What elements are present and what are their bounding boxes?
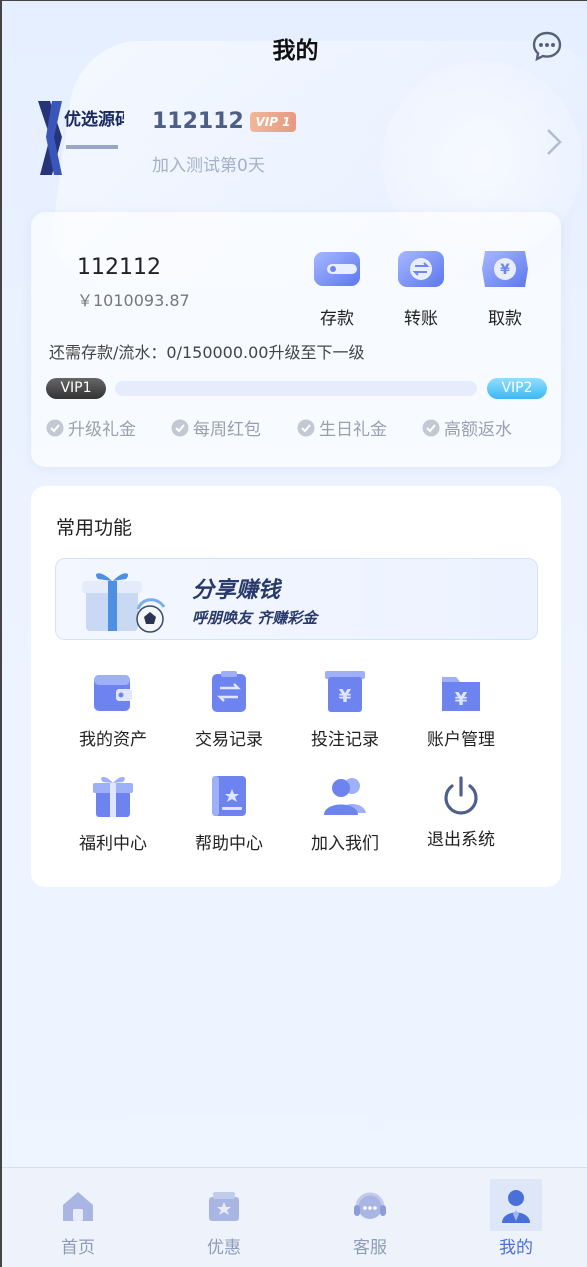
withdraw-button[interactable]: ¥ 取款 <box>475 246 535 329</box>
avatar[interactable]: 优选源码库 <box>32 97 124 179</box>
clipboard-transfer-icon <box>212 671 246 712</box>
nav-customer-service[interactable]: 客服 <box>330 1187 410 1258</box>
check-circle-icon <box>297 419 315 436</box>
perk-item: 高额返水 <box>422 415 512 440</box>
joined-days: 加入测试第0天 <box>152 156 265 176</box>
nav-label: 首页 <box>61 1238 95 1258</box>
nav-promotions[interactable]: 优惠 <box>184 1187 264 1258</box>
gift-icon <box>93 776 133 817</box>
svg-text:¥: ¥ <box>500 262 510 278</box>
deposit-label: 存款 <box>320 309 354 329</box>
book-icon <box>212 776 246 816</box>
grid-item-label: 账户管理 <box>427 730 495 750</box>
chat-bubble-icon[interactable] <box>531 30 563 62</box>
transfer-button[interactable]: 转账 <box>391 246 451 329</box>
transfer-label: 转账 <box>404 309 438 329</box>
avatar-logo-text: 优选源码库 <box>64 109 124 130</box>
upgrade-requirement: 还需存款/流水：0/150000.00升级至下一级 <box>49 343 365 362</box>
wallet-icon <box>314 252 360 286</box>
section-title: 常用功能 <box>56 517 133 539</box>
welfare-center-button[interactable]: 福利中心 <box>58 773 168 854</box>
grid-item-label: 帮助中心 <box>195 834 263 854</box>
perk-label: 每周红包 <box>193 420 261 440</box>
vip-badge: VIP 1 <box>250 112 296 132</box>
withdraw-label: 取款 <box>488 309 522 329</box>
perk-label: 升级礼金 <box>68 420 136 440</box>
deposit-button[interactable]: 存款 <box>307 246 367 329</box>
perk-item: 每周红包 <box>171 415 261 440</box>
bet-records-button[interactable]: ¥ 投注记录 <box>290 669 400 750</box>
perk-label: 生日礼金 <box>319 420 387 440</box>
grid-item-label: 福利中心 <box>79 834 147 854</box>
wallet-icon <box>94 675 132 711</box>
my-assets-button[interactable]: 我的资产 <box>58 669 168 750</box>
page-title: 我的 <box>272 38 319 64</box>
banner-title: 分享赚钱 <box>192 578 281 603</box>
check-circle-icon <box>171 419 189 436</box>
balance-amount: ￥1010093.87 <box>77 291 190 310</box>
grid-item-label: 退出系统 <box>427 830 495 850</box>
promo-icon <box>209 1192 239 1221</box>
users-icon <box>324 778 366 815</box>
svg-text:¥: ¥ <box>339 686 352 707</box>
check-circle-icon <box>46 419 64 436</box>
nav-home[interactable]: 首页 <box>38 1187 118 1258</box>
check-circle-icon <box>422 419 440 436</box>
folder-yen-icon: ¥ <box>442 677 480 711</box>
profile-icon <box>502 1190 530 1223</box>
headset-icon <box>354 1192 386 1219</box>
gift-box-icon <box>82 573 166 633</box>
current-level-pill: VIP1 <box>46 378 106 399</box>
nav-label: 我的 <box>499 1238 533 1258</box>
grid-item-label: 加入我们 <box>311 834 379 854</box>
transaction-records-button[interactable]: 交易记录 <box>174 669 284 750</box>
app-screen: 我的 优选源码库 112112 VIP 1 加入测试第0天 112112 ￥10… <box>0 0 587 1267</box>
level-progress-bar <box>115 381 477 396</box>
perk-item: 升级礼金 <box>46 415 136 440</box>
grid-item-label: 交易记录 <box>195 730 263 750</box>
home-icon <box>63 1192 93 1221</box>
chevron-right-icon[interactable] <box>544 127 564 157</box>
receipt-yen-icon: ¥ <box>325 671 365 712</box>
nav-profile[interactable]: 我的 <box>476 1187 556 1258</box>
logout-button[interactable]: 退出系统 <box>406 773 516 850</box>
account-name: 112112 <box>77 255 161 280</box>
transfer-icon <box>398 251 444 287</box>
perk-label: 高额返水 <box>444 420 512 440</box>
power-icon <box>444 776 478 815</box>
username: 112112 <box>152 109 244 134</box>
nav-label: 优惠 <box>207 1238 241 1258</box>
help-center-button[interactable]: 帮助中心 <box>174 773 284 854</box>
svg-text:¥: ¥ <box>455 689 468 710</box>
grid-item-label: 投注记录 <box>311 730 379 750</box>
join-us-button[interactable]: 加入我们 <box>290 773 400 854</box>
banner-subtitle: 呼朋唤友 齐赚彩金 <box>192 609 318 627</box>
next-level-pill: VIP2 <box>487 378 547 399</box>
perk-item: 生日礼金 <box>297 415 387 440</box>
grid-item-label: 我的资产 <box>79 730 147 750</box>
nav-label: 客服 <box>353 1238 387 1258</box>
account-management-button[interactable]: ¥ 账户管理 <box>406 669 516 750</box>
withdraw-yen-icon: ¥ <box>482 251 528 287</box>
